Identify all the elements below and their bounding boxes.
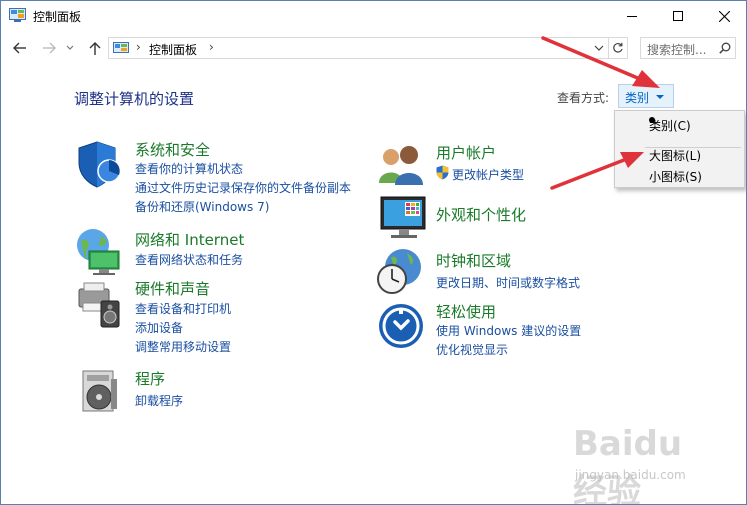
- close-icon: [718, 10, 730, 22]
- printer-speaker-icon[interactable]: [75, 279, 125, 329]
- clock-region-icon[interactable]: [375, 247, 425, 297]
- watermark-url: jingyan.baidu.com: [575, 468, 686, 482]
- category-appearance-title[interactable]: 外观和个性化: [436, 204, 526, 225]
- menu-item-category[interactable]: 类别(C): [615, 113, 744, 135]
- arrow-up-icon: [89, 42, 101, 55]
- close-button[interactable]: [701, 1, 746, 31]
- ease-of-access-icon[interactable]: [377, 302, 427, 352]
- refresh-icon: [613, 42, 623, 53]
- link-network-status[interactable]: 查看网络状态和任务: [135, 251, 243, 268]
- link-add-device[interactable]: 添加设备: [135, 319, 183, 336]
- category-ease-access-title[interactable]: 轻松使用: [436, 301, 496, 322]
- control-panel-window: 控制面板 › 控制面板 › 搜索控制... 调整计算机的设置 查看方式: 类别 …: [0, 0, 747, 505]
- link-file-history-backup[interactable]: 通过文件历史记录保存你的文件备份副本: [135, 179, 351, 196]
- menu-item-label: 类别(C): [649, 119, 691, 133]
- baidu-watermark: Baidu经验 jingyan.baidu.com: [573, 424, 713, 504]
- category-system-security-title[interactable]: 系统和安全: [135, 139, 210, 160]
- arrow-right-icon: [43, 42, 56, 54]
- search-icon[interactable]: [719, 42, 731, 54]
- menu-item-small-icons[interactable]: 小图标(S): [615, 164, 744, 186]
- window-title: 控制面板: [33, 10, 82, 24]
- link-uninstall-program[interactable]: 卸载程序: [135, 392, 183, 409]
- caret-down-icon[interactable]: [656, 95, 664, 99]
- view-by-label: 查看方式:: [557, 91, 610, 105]
- page-title: 调整计算机的设置: [74, 90, 195, 108]
- forward-button[interactable]: [39, 39, 59, 57]
- link-view-computer-status[interactable]: 查看你的计算机状态: [135, 160, 243, 177]
- network-globe-icon[interactable]: [75, 227, 125, 277]
- search-input[interactable]: 搜索控制...: [640, 37, 736, 59]
- maximize-button[interactable]: [655, 1, 701, 31]
- link-windows-recommended-settings[interactable]: 使用 Windows 建议的设置: [436, 322, 581, 339]
- appearance-monitor-icon[interactable]: [379, 193, 429, 243]
- address-bar[interactable]: › 控制面板 ›: [108, 37, 609, 59]
- link-optimize-visual-display[interactable]: 优化视觉显示: [436, 341, 508, 358]
- programs-disc-icon[interactable]: [77, 367, 127, 417]
- breadcrumb-separator[interactable]: ›: [209, 40, 214, 54]
- minimize-button[interactable]: [609, 1, 655, 31]
- menu-item-label: 小图标(S): [649, 170, 702, 184]
- menu-item-large-icons[interactable]: 大图标(L): [615, 143, 744, 165]
- uac-shield-icon: [436, 165, 449, 180]
- user-accounts-icon[interactable]: [377, 139, 427, 189]
- category-user-accounts-title[interactable]: 用户帐户: [436, 142, 496, 163]
- menu-item-label: 大图标(L): [649, 149, 702, 163]
- category-programs-title[interactable]: 程序: [135, 368, 165, 389]
- recent-locations-button[interactable]: [63, 39, 77, 57]
- arrow-left-icon: [13, 42, 26, 54]
- back-button[interactable]: [10, 39, 30, 57]
- refresh-button[interactable]: [608, 37, 628, 59]
- category-clock-region-title[interactable]: 时钟和区域: [436, 250, 511, 271]
- view-by-value[interactable]: 类别: [625, 89, 649, 106]
- link-devices-printers[interactable]: 查看设备和打印机: [135, 300, 231, 317]
- link-mobility-settings[interactable]: 调整常用移动设置: [135, 338, 231, 355]
- link-change-account-type[interactable]: 更改帐户类型: [452, 166, 524, 183]
- control-panel-icon: [113, 42, 129, 53]
- control-panel-icon: [9, 8, 26, 22]
- category-network-title[interactable]: 网络和 Internet: [135, 229, 244, 250]
- breadcrumb-separator[interactable]: ›: [136, 40, 141, 54]
- title-bar: 控制面板: [1, 1, 746, 31]
- link-change-date-time[interactable]: 更改日期、时间或数字格式: [436, 274, 580, 291]
- view-by-menu: 类别(C) 大图标(L) 小图标(S): [614, 110, 745, 188]
- category-hardware-title[interactable]: 硬件和声音: [135, 278, 210, 299]
- minimize-icon: [627, 16, 637, 17]
- chevron-down-icon: [66, 45, 74, 50]
- link-backup-restore[interactable]: 备份和还原(Windows 7): [135, 198, 269, 215]
- breadcrumb-control-panel[interactable]: 控制面板: [149, 41, 197, 58]
- view-by-dropdown[interactable]: 类别: [618, 84, 674, 108]
- search-placeholder: 搜索控制...: [647, 43, 707, 57]
- maximize-icon: [673, 11, 683, 21]
- watermark-logo-text: Baidu经验: [573, 424, 683, 505]
- security-shield-icon[interactable]: [75, 139, 125, 189]
- up-button[interactable]: [85, 39, 105, 57]
- chevron-down-icon[interactable]: [593, 41, 605, 55]
